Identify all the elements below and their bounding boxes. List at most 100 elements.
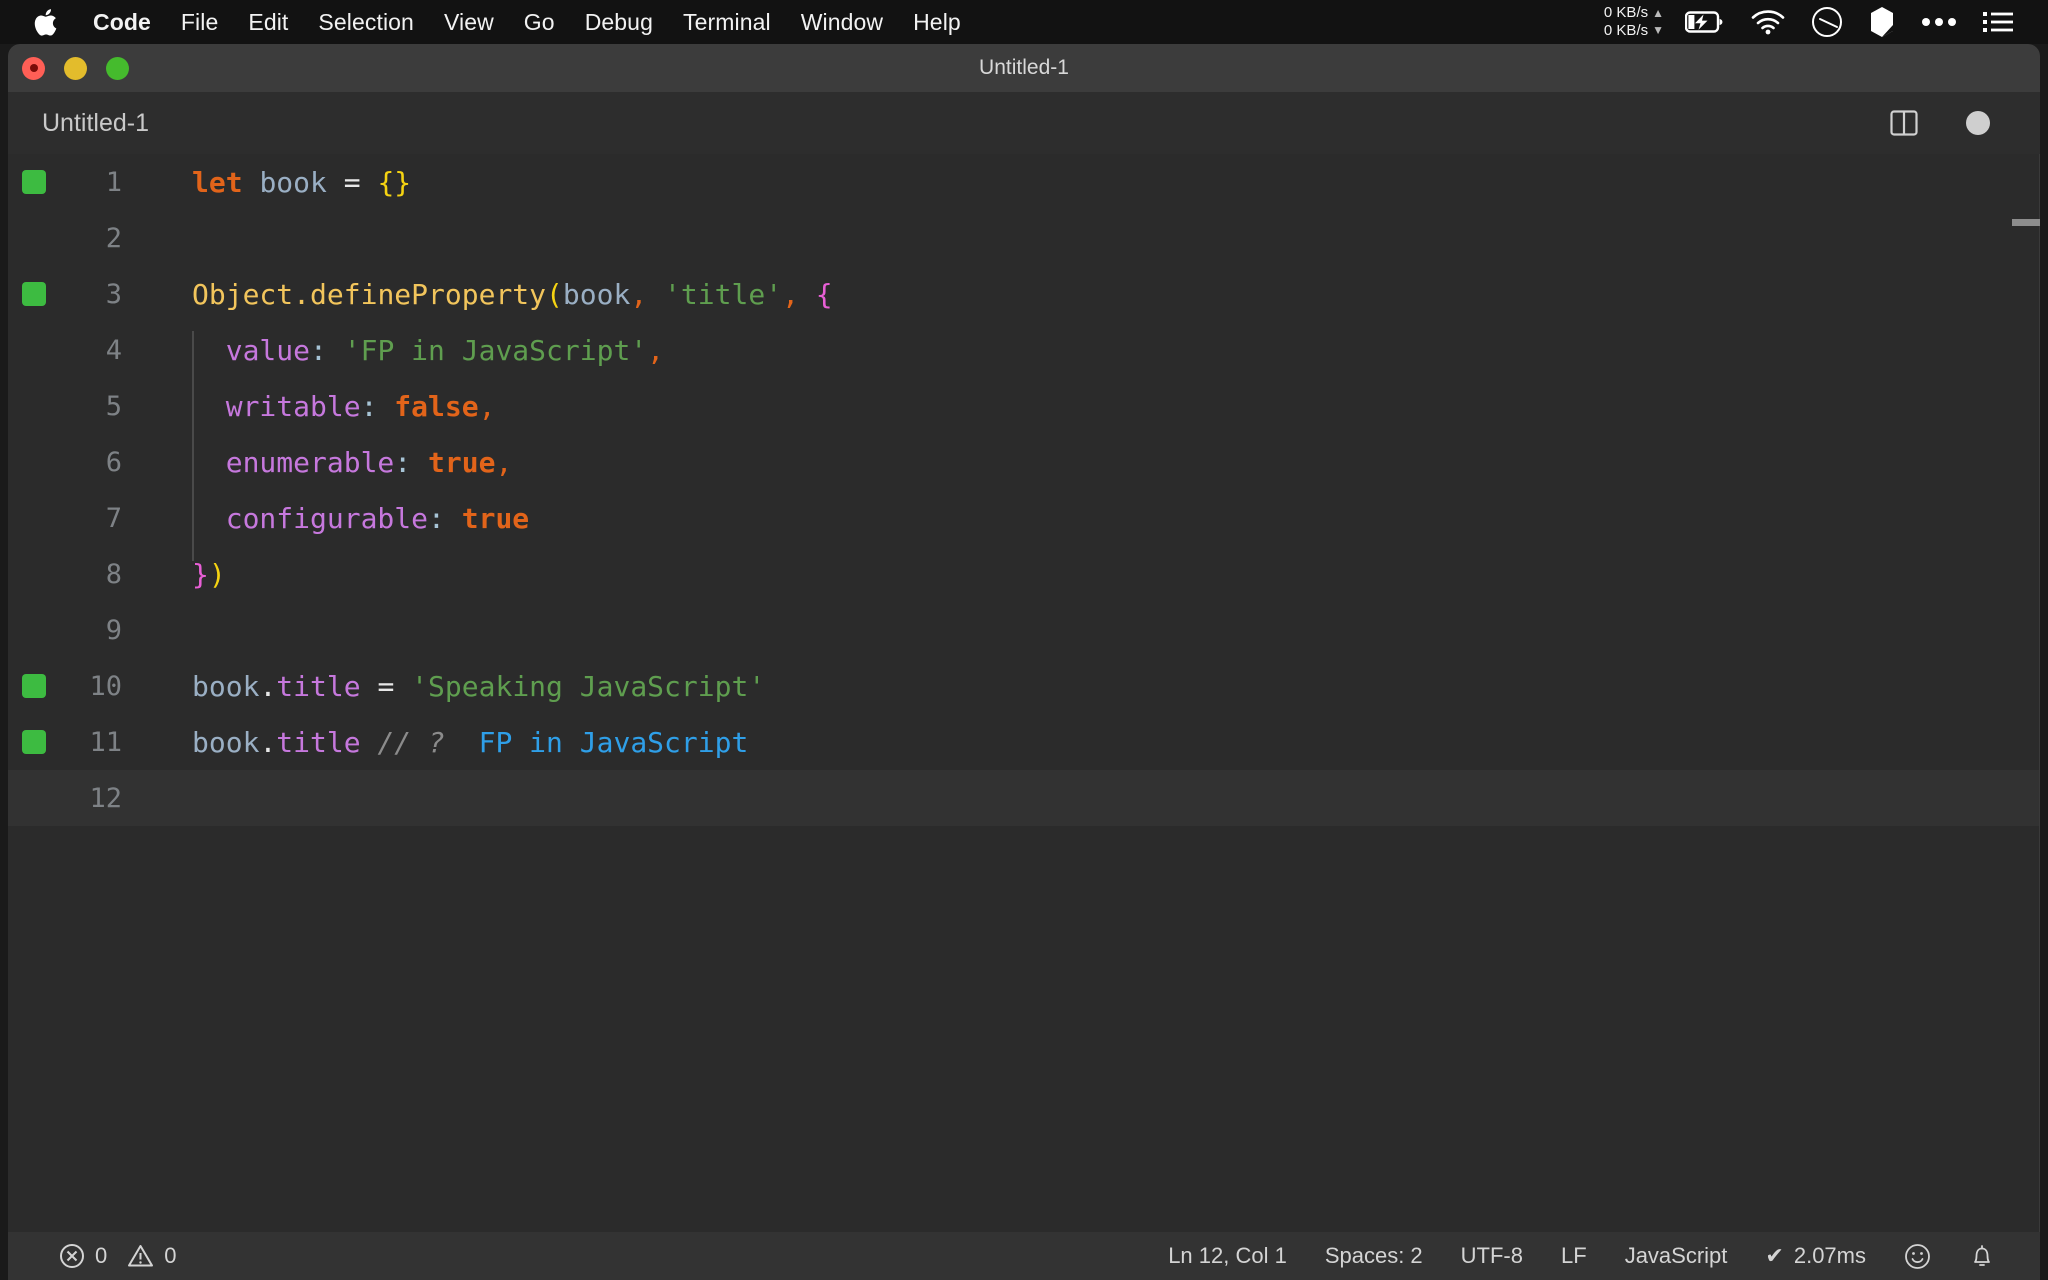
- code-line-content[interactable]: book.title = 'Speaking JavaScript': [150, 670, 2040, 703]
- apple-logo-icon[interactable]: [28, 0, 62, 44]
- tab-untitled-1[interactable]: Untitled-1: [8, 92, 177, 154]
- menu-item-selection[interactable]: Selection: [303, 0, 429, 44]
- code-line-content[interactable]: enumerable: true,: [150, 446, 2040, 479]
- menu-item-help[interactable]: Help: [898, 0, 976, 44]
- code-line-4[interactable]: 4 value: 'FP in JavaScript',: [8, 322, 2040, 378]
- code-token: configurable: [226, 502, 428, 535]
- unsaved-changes-dot[interactable]: [1958, 103, 1998, 143]
- code-token: book: [192, 726, 259, 759]
- code-line-3[interactable]: 3Object.defineProperty(book, 'title', {: [8, 266, 2040, 322]
- warning-triangle-icon: [127, 1243, 154, 1269]
- code-line-content[interactable]: book.title // ? FP in JavaScript: [150, 726, 2040, 759]
- code-token: [445, 502, 462, 535]
- code-line-content[interactable]: configurable: true: [150, 502, 2040, 535]
- maximize-button[interactable]: [106, 57, 129, 80]
- editor-overview-ruler[interactable]: [2012, 154, 2040, 1232]
- line-number: 2: [8, 223, 150, 254]
- code-line-6[interactable]: 6 enumerable: true,: [8, 434, 2040, 490]
- bell-icon[interactable]: [1950, 1232, 2014, 1280]
- code-token: [361, 166, 378, 199]
- file-encoding[interactable]: UTF-8: [1442, 1232, 1542, 1280]
- editor-actions: [1884, 103, 2040, 143]
- code-token: [445, 726, 479, 759]
- editor-tab-bar: Untitled-1: [8, 92, 2040, 154]
- code-line-content[interactable]: Object.defineProperty(book, 'title', {: [150, 278, 2040, 311]
- gauge-icon[interactable]: [1798, 0, 1856, 44]
- warning-count: 0: [164, 1243, 176, 1269]
- menu-item-debug[interactable]: Debug: [570, 0, 668, 44]
- error-circle-icon: [59, 1243, 85, 1269]
- code-token: ,: [782, 278, 799, 311]
- list-menu-icon[interactable]: [1970, 0, 2026, 44]
- line-number: 5: [8, 391, 150, 422]
- network-speed-indicator[interactable]: 0 KB/s 0 KB/s ▲ ▼: [1594, 4, 1672, 39]
- code-token: [192, 334, 226, 367]
- line-number: 7: [8, 503, 150, 534]
- battery-charging-icon[interactable]: [1672, 0, 1738, 44]
- problems-indicator[interactable]: 0 0: [40, 1232, 196, 1280]
- code-line-1[interactable]: 1let book = {}: [8, 154, 2040, 210]
- dropbox-icon[interactable]: [1856, 0, 1908, 44]
- menu-bar-status-items: 0 KB/s 0 KB/s ▲ ▼: [1594, 0, 2048, 44]
- macos-menu-bar: Code File Edit Selection View Go Debug T…: [0, 0, 2048, 44]
- code-line-9[interactable]: 9: [8, 602, 2040, 658]
- code-line-10[interactable]: 10book.title = 'Speaking JavaScript': [8, 658, 2040, 714]
- indentation-setting[interactable]: Spaces: 2: [1306, 1232, 1442, 1280]
- code-line-content[interactable]: value: 'FP in JavaScript',: [150, 334, 2040, 367]
- menu-item-go[interactable]: Go: [509, 0, 570, 44]
- code-line-content[interactable]: let book = {}: [150, 166, 2040, 199]
- code-editor[interactable]: 1let book = {} 2 3Object.defineProperty(bo…: [8, 154, 2040, 1232]
- smiley-icon[interactable]: [1885, 1232, 1950, 1280]
- menu-item-window[interactable]: Window: [786, 0, 898, 44]
- code-token: ,: [630, 278, 647, 311]
- code-token: Object: [192, 278, 293, 311]
- code-line-11[interactable]: 11book.title // ? FP in JavaScript: [8, 714, 2040, 770]
- code-line-12[interactable]: 12: [8, 770, 2040, 826]
- language-mode[interactable]: JavaScript: [1606, 1232, 1747, 1280]
- menu-item-code[interactable]: Code: [78, 0, 166, 44]
- split-editor-icon[interactable]: [1884, 103, 1924, 143]
- code-line-7[interactable]: 7 configurable: true: [8, 490, 2040, 546]
- line-number: 12: [8, 783, 150, 814]
- upload-arrow-icon: ▲: [1652, 5, 1664, 22]
- code-token: ,: [479, 390, 496, 423]
- ellipsis-icon[interactable]: [1908, 0, 1970, 44]
- minimize-button[interactable]: [64, 57, 87, 80]
- code-token: false: [394, 390, 478, 423]
- code-token: :: [394, 446, 411, 479]
- ruler-divider: [2039, 154, 2040, 1232]
- code-line-5[interactable]: 5 writable: false,: [8, 378, 2040, 434]
- code-line-content[interactable]: writable: false,: [150, 390, 2040, 423]
- code-line-content[interactable]: }): [150, 558, 2040, 591]
- code-token: {}: [377, 166, 411, 199]
- menu-item-view[interactable]: View: [429, 0, 509, 44]
- scrollbar-thumb[interactable]: [2012, 219, 2040, 226]
- network-upload-speed: 0 KB/s: [1604, 4, 1648, 22]
- code-token: 'Speaking JavaScript': [411, 670, 765, 703]
- code-token: title: [276, 670, 360, 703]
- code-token: title: [276, 726, 360, 759]
- code-token: .: [293, 278, 310, 311]
- code-line-8[interactable]: 8}): [8, 546, 2040, 602]
- code-lines-container: 1let book = {} 2 3Object.defineProperty(bo…: [8, 154, 2040, 826]
- code-token: [192, 502, 226, 535]
- code-token: =: [344, 166, 361, 199]
- menu-item-edit[interactable]: Edit: [233, 0, 303, 44]
- error-count: 0: [95, 1243, 107, 1269]
- wifi-icon[interactable]: [1738, 0, 1798, 44]
- runtime-status[interactable]: ✔ 2.07ms: [1746, 1232, 1885, 1280]
- end-of-line-sequence[interactable]: LF: [1542, 1232, 1606, 1280]
- code-token: [377, 390, 394, 423]
- menu-item-file[interactable]: File: [166, 0, 233, 44]
- close-button[interactable]: [22, 57, 45, 80]
- code-token: [394, 670, 411, 703]
- code-line-2[interactable]: 2: [8, 210, 2040, 266]
- code-token: :: [428, 502, 445, 535]
- cursor-position[interactable]: Ln 12, Col 1: [1149, 1232, 1306, 1280]
- code-token: [361, 726, 378, 759]
- code-token: book: [259, 166, 326, 199]
- code-token: [192, 390, 226, 423]
- code-token: [327, 166, 344, 199]
- code-token: enumerable: [226, 446, 395, 479]
- menu-item-terminal[interactable]: Terminal: [668, 0, 786, 44]
